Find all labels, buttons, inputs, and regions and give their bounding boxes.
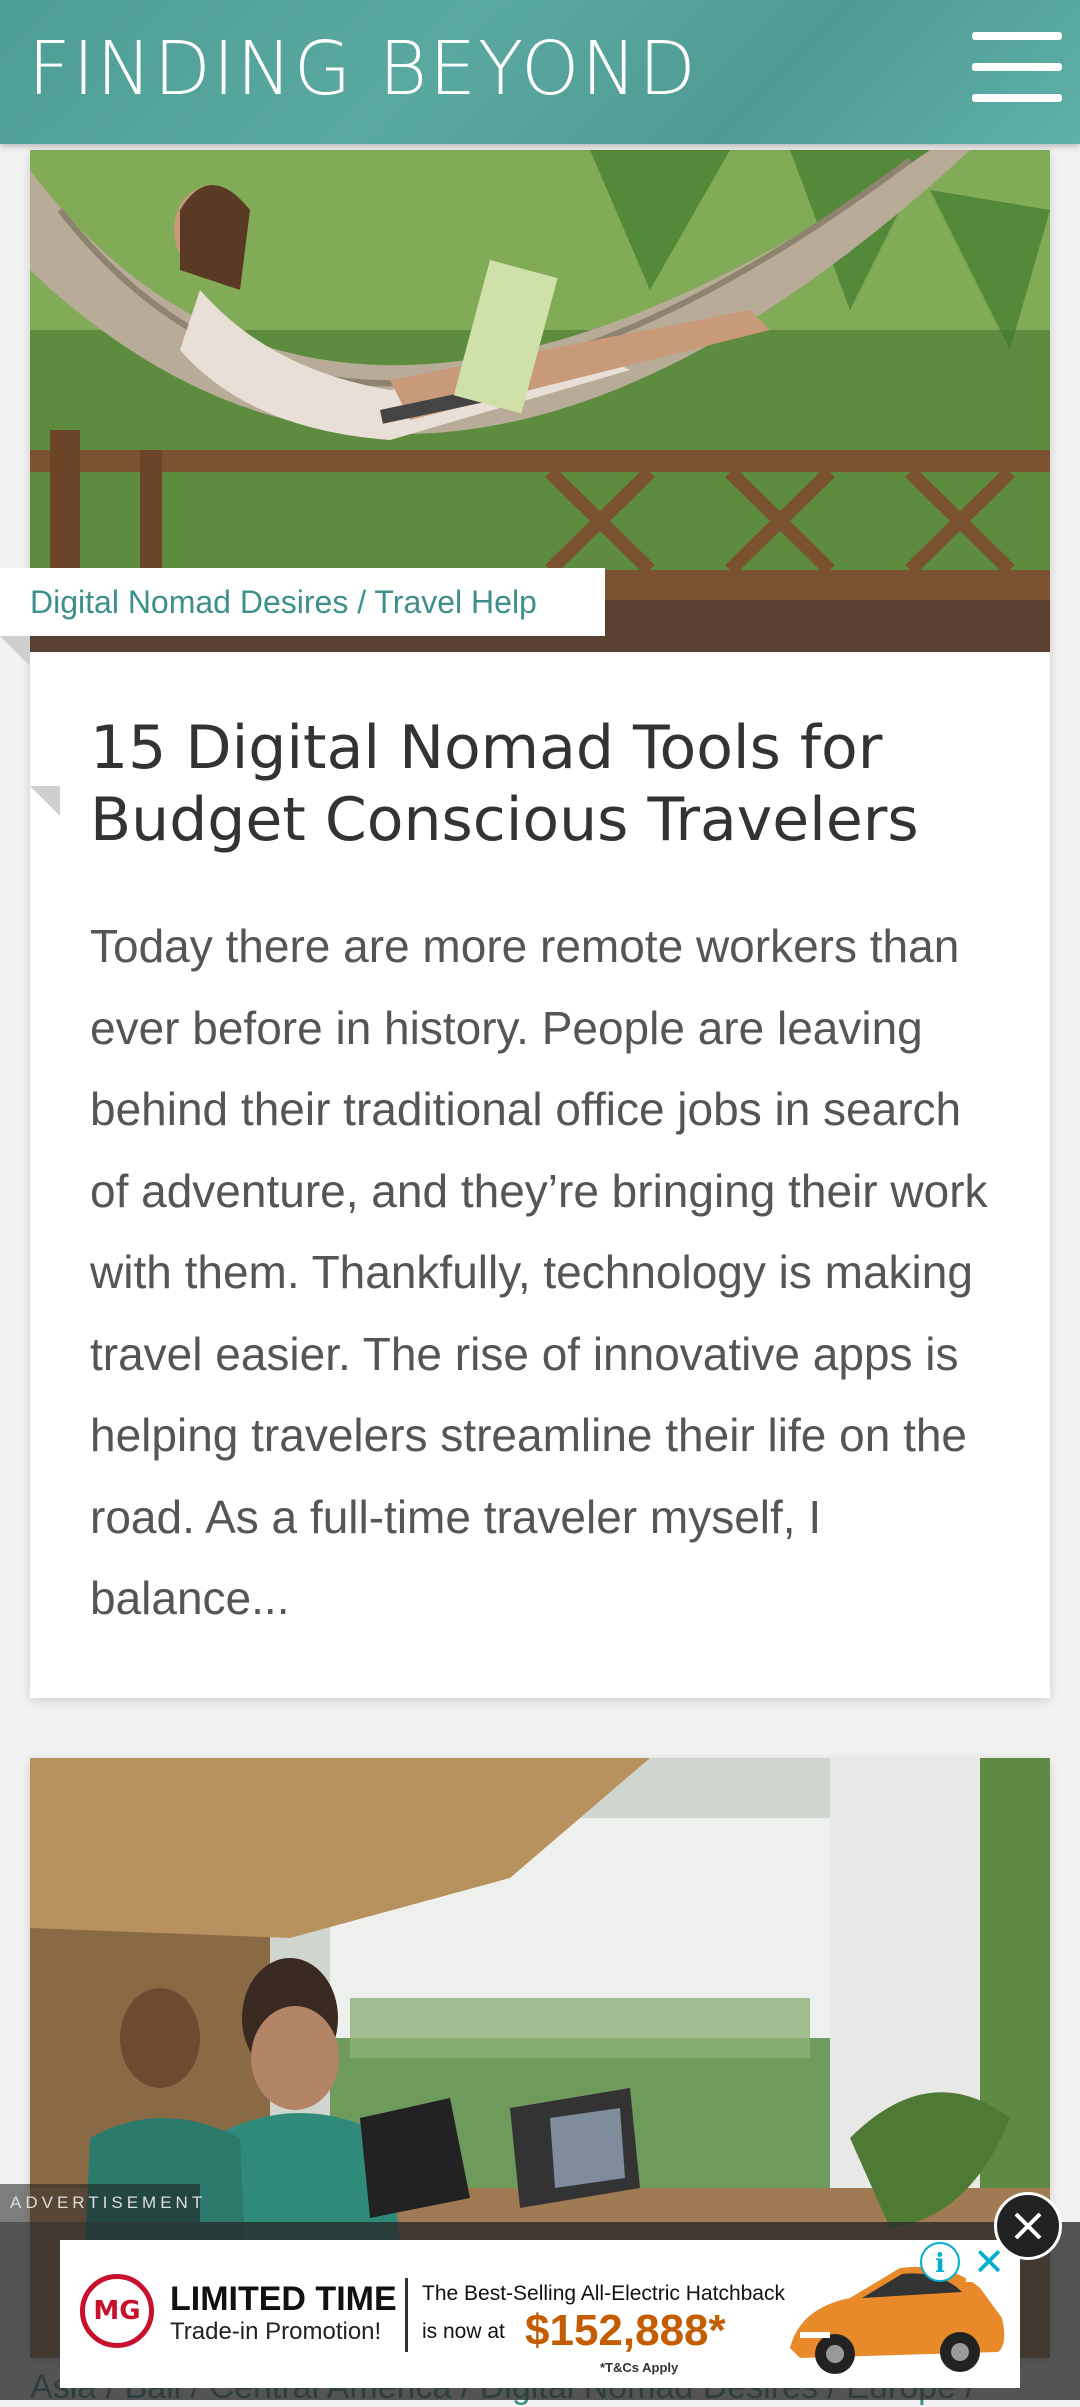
- ad-subline: Trade-in Promotion!: [170, 2318, 382, 2345]
- ad-headline: LIMITED TIME: [170, 2280, 397, 2318]
- ad-price: $152,888*: [525, 2306, 726, 2355]
- ad-line1: The Best-Selling All-Electric Hatchback: [422, 2282, 785, 2305]
- ad-label: ADVERTISEMENT: [0, 2184, 202, 2222]
- ad-terms: *T&Cs Apply: [600, 2360, 679, 2375]
- menu-line: [972, 63, 1062, 71]
- menu-line: [972, 32, 1062, 40]
- ad-banner[interactable]: MG LIMITED TIME Trade-in Promotion! The …: [60, 2240, 1020, 2388]
- ad-divider: [405, 2278, 408, 2352]
- post-categories[interactable]: Digital Nomad Desires / Travel Help: [0, 568, 605, 636]
- category-tag-fold: [0, 636, 30, 666]
- info-icon[interactable]: i: [920, 2242, 960, 2282]
- site-logo[interactable]: FINDING BEYOND: [28, 26, 698, 112]
- ad-line2: is now at: [422, 2320, 505, 2343]
- hamburger-menu-icon[interactable]: [972, 32, 1062, 102]
- site-header: FINDING BEYOND: [0, 0, 1080, 144]
- category-tag-fold: [30, 786, 60, 816]
- menu-line: [972, 94, 1062, 102]
- ad-close-button[interactable]: [994, 2192, 1062, 2260]
- mg-logo: MG: [80, 2274, 154, 2348]
- post-title[interactable]: 15 Digital Nomad Tools for Budget Consci…: [90, 712, 1010, 856]
- post-excerpt: Today there are more remote workers than…: [90, 920, 988, 1624]
- sticky-advertisement: ADVERTISEMENT MG LIMITED TIME Trade-in P…: [0, 2184, 1080, 2400]
